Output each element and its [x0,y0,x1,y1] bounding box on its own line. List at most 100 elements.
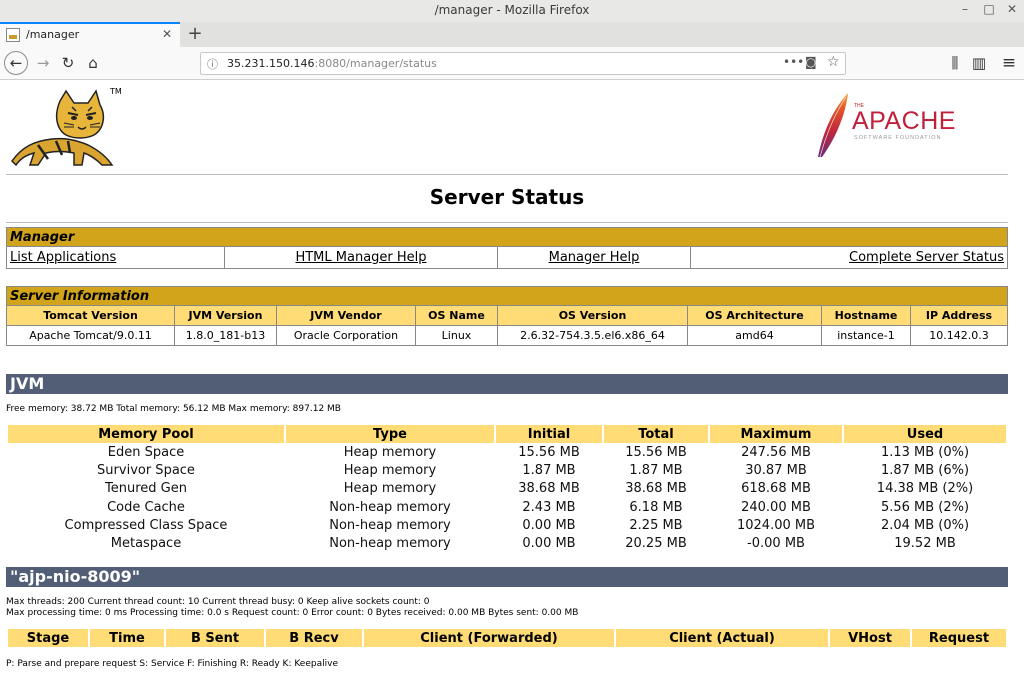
table-cell: Heap memory [343,444,437,460]
column-header: Maximum [710,425,842,443]
page-content: TM THE APACHE SOFTWARE FOUNDATION Server… [0,81,1024,679]
url-bar[interactable]: ⓘ 35.231.150.146:8080/manager/status •••… [200,52,846,75]
connector-request-summary: Max processing time: 0 ms Processing tim… [6,608,579,618]
table-cell: Heap memory [343,462,437,478]
column-header: Initial [496,425,602,443]
column-header: Time [90,629,164,647]
manager-cell: HTML Manager Help [224,246,498,269]
table-cell: 15.56 MB [518,444,580,460]
table-cell: Non-heap memory [329,536,451,552]
divider [6,174,1008,175]
table-cell: 2.04 MB (0%) [880,517,970,533]
close-window-icon[interactable]: ✕ [1003,2,1021,16]
library-icon[interactable]: ⫼ [944,52,966,74]
connector-thread-summary: Max threads: 200 Current thread count: 1… [6,597,430,607]
table-cell: 240.00 MB [741,499,811,515]
column-header: B Recv [266,629,362,647]
menu-icon[interactable]: ≡ [998,52,1020,74]
manager-cell: Manager Help [497,246,691,269]
server-information-heading: Server Information [6,286,1008,306]
divider [6,222,1008,223]
window-titlebar: /manager - Mozilla Firefox – □ ✕ [0,0,1024,22]
window-title: /manager - Mozilla Firefox [434,3,590,17]
back-button[interactable]: ← [4,51,28,75]
page-actions-icon[interactable]: ••• [783,55,804,69]
tab-title: /manager [26,28,80,41]
table-row: Eden Space Heap memory 15.56 MB 15.56 MB… [8,443,1006,461]
minimize-icon[interactable]: – [956,2,974,16]
table-cell: 19.52 MB [894,536,956,552]
tomcat-favicon-icon [6,28,20,42]
html-manager-help-link[interactable]: HTML Manager Help [295,250,426,265]
site-info-icon[interactable]: ⓘ [207,56,218,72]
table-cell: 2.6.32-754.3.5.el6.x86_64 [497,325,688,346]
reload-button[interactable]: ↻ [57,52,79,74]
table-cell: 1024.00 MB [736,517,816,533]
table-cell: 15.56 MB [625,444,687,460]
column-header: Total [604,425,708,443]
tomcat-logo-icon[interactable] [8,89,128,169]
manager-cell: Complete Server Status [690,246,1008,269]
column-header: Used [844,425,1006,443]
table-cell: Heap memory [343,481,437,497]
url-text[interactable]: 35.231.150.146:8080/manager/status [227,57,437,70]
tab-close-icon[interactable]: ✕ [162,27,172,41]
sidebar-icon[interactable]: ▥ [968,52,990,74]
apache-foundation-text: SOFTWARE FOUNDATION [854,135,941,141]
table-cell: 38.68 MB [518,481,580,497]
bookmark-star-icon[interactable]: ☆ [827,54,840,70]
column-header: B Sent [166,629,264,647]
connector-heading: "ajp-nio-8009" [6,567,1008,587]
memory-pool-table: Memory Pool Type Initial Total Maximum U… [6,425,1008,553]
table-cell: instance-1 [821,325,911,346]
new-tab-button[interactable]: + [184,23,206,44]
home-button[interactable]: ⌂ [82,52,104,74]
table-cell: Linux [415,325,498,346]
column-header: Stage [8,629,88,647]
manager-heading: Manager [6,227,1008,247]
table-cell: Non-heap memory [329,499,451,515]
navigation-toolbar: ← → ↻ ⌂ ⓘ 35.231.150.146:8080/manager/st… [0,47,1024,80]
list-applications-link[interactable]: List Applications [10,250,116,265]
table-cell: 247.56 MB [741,444,811,460]
table-cell: 2.25 MB [629,517,683,533]
complete-server-status-link[interactable]: Complete Server Status [849,250,1004,265]
table-cell: 0.00 MB [522,517,576,533]
stage-legend: P: Parse and prepare request S: Service … [6,659,338,669]
manager-table: Manager List Applications HTML Manager H… [6,227,1008,269]
table-cell: Metaspace [110,536,182,552]
table-cell: 10.142.0.3 [910,325,1008,346]
maximize-icon[interactable]: □ [980,2,998,16]
table-row: Apache Tomcat/9.0.11 1.8.0_181-b13 Oracl… [6,325,1008,346]
url-host: 35.231.150.146 [227,57,315,70]
connector-table: Stage Time B Sent B Recv Client (Forward… [6,629,1008,647]
table-cell: 618.68 MB [741,481,811,497]
apache-logo-icon[interactable]: THE APACHE SOFTWARE FOUNDATION [812,91,987,161]
column-header: Client (Forwarded) [364,629,614,647]
page-title: Server Status [429,185,585,209]
server-information-table: Server Information Tomcat Version JVM Ve… [6,286,1008,346]
column-header: Tomcat Version [6,305,175,326]
column-header: VHost [830,629,910,647]
column-header: IP Address [910,305,1008,326]
table-cell: Eden Space [107,444,185,460]
tab-bar: /manager ✕ + [0,22,1024,47]
table-row: Code Cache Non-heap memory 2.43 MB 6.18 … [8,498,1006,516]
table-cell: 14.38 MB (2%) [876,481,974,497]
table-cell: 1.87 MB [522,462,576,478]
table-row: Compressed Class Space Non-heap memory 0… [8,516,1006,534]
column-header: OS Name [415,305,498,326]
forward-button[interactable]: → [32,52,54,74]
table-row: Tenured Gen Heap memory 38.68 MB 38.68 M… [8,480,1006,498]
table-cell: Non-heap memory [329,517,451,533]
column-header: OS Architecture [687,305,822,326]
apache-name-text: APACHE [852,107,956,135]
url-path: :8080/manager/status [314,57,437,70]
tab-manager[interactable]: /manager ✕ [0,22,180,47]
table-cell: Tenured Gen [105,481,187,497]
column-header: JVM Version [174,305,277,326]
table-cell: 2.43 MB [522,499,576,515]
pocket-icon[interactable]: ◙ [805,55,817,69]
manager-help-link[interactable]: Manager Help [549,250,640,265]
table-cell: 0.00 MB [522,536,576,552]
